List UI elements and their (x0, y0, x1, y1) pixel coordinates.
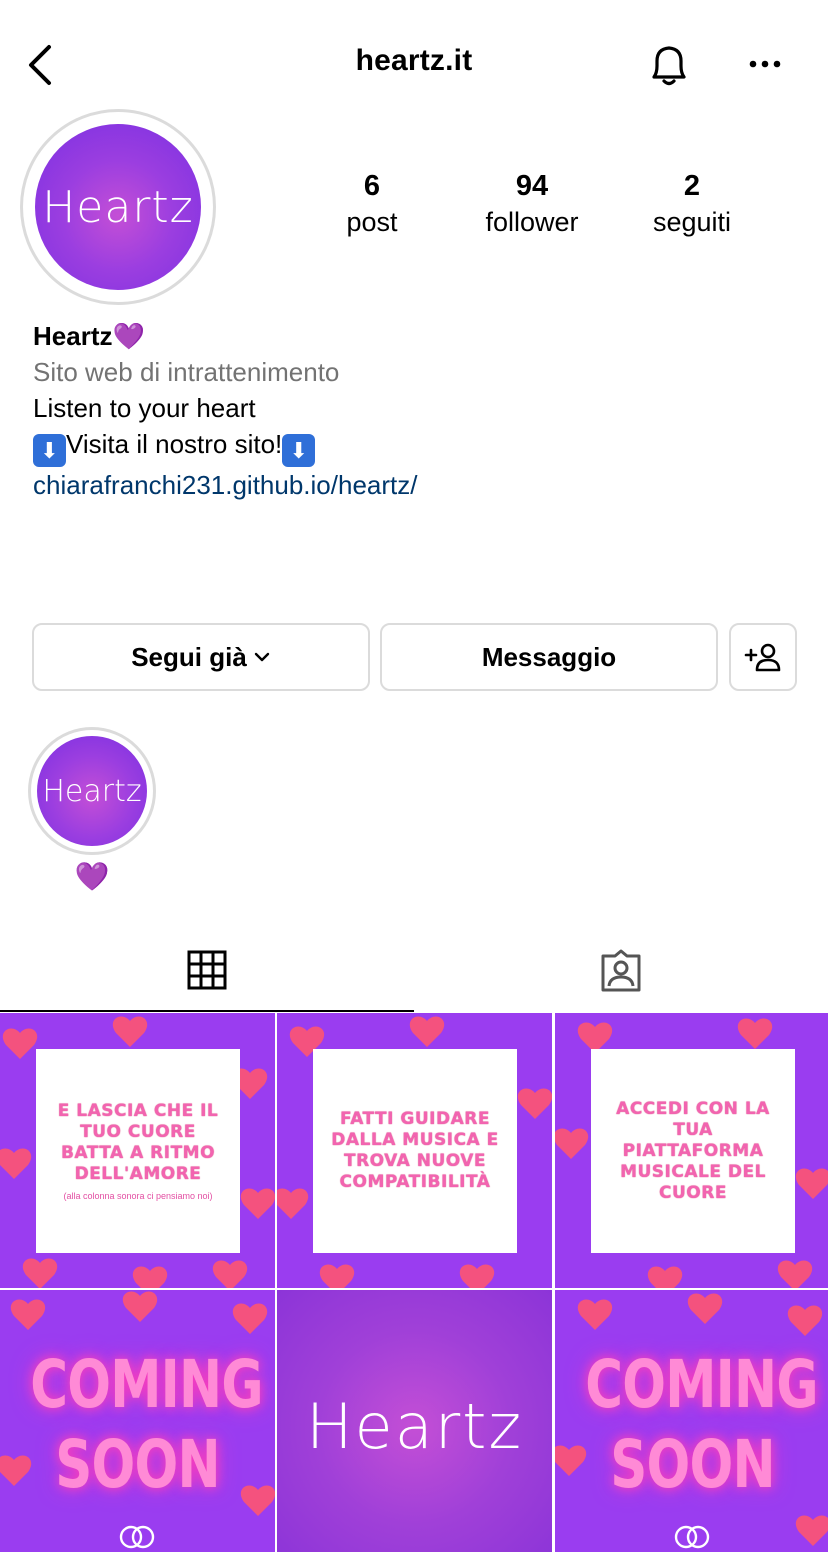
profile-category: Sito web di intrattenimento (33, 357, 340, 387)
post-logo-text: Heartz (305, 1390, 524, 1463)
post-card: Accedi con la tua piattaforma musicale d… (591, 1049, 795, 1253)
heart-logo-icon (119, 1525, 155, 1549)
post-text: E lascia che il tuo cuore batta a ritmo … (57, 1101, 219, 1184)
bio-line: Listen to your heart (33, 393, 256, 423)
highlight-cover-text: Heartz (42, 773, 142, 809)
tab-tagged[interactable] (414, 930, 828, 1012)
tab-posts-grid[interactable] (0, 930, 414, 1012)
post-tile[interactable]: Heartz (277, 1290, 552, 1552)
chevron-down-icon (254, 652, 269, 662)
tagged-icon (601, 949, 641, 992)
suggested-users-button[interactable] (729, 623, 797, 691)
profile-avatar[interactable]: Heartz (20, 109, 216, 305)
post-tile[interactable]: E lascia che il tuo cuore batta a ritmo … (0, 1013, 275, 1288)
post-tile[interactable]: Fatti guidare dalla musica e trova nuove… (277, 1013, 552, 1288)
message-button[interactable]: Messaggio (380, 623, 718, 691)
message-button-label: Messaggio (481, 641, 617, 672)
post-tile[interactable]: COMING SOON (0, 1290, 275, 1552)
page-title: heartz.it (355, 44, 473, 77)
coming-soon-text: COMING SOON (585, 1346, 818, 1503)
bio-line-visit: ⬇ Visita il nostro sito! ⬇ (33, 426, 803, 467)
post-tile[interactable]: Accedi con la tua piattaforma musicale d… (555, 1013, 828, 1288)
stat-following-count: 2 (683, 170, 701, 202)
story-highlight[interactable]: Heartz (28, 727, 156, 855)
avatar-image: Heartz (35, 124, 201, 290)
grid-icon (187, 950, 227, 990)
down-arrow-icon: ⬇ (33, 434, 66, 467)
stat-posts-count: 6 (363, 170, 381, 202)
highlight-cover: Heartz (37, 736, 147, 846)
avatar-logo-text: Heartz (42, 181, 194, 233)
bio-visit-text: Visita il nostro sito! (66, 429, 283, 459)
stat-followers-label: follower (485, 207, 579, 237)
heart-logo-icon (674, 1525, 710, 1549)
profile-bio: Heartz💜 Sito web di intrattenimento List… (33, 318, 803, 503)
post-text: Accedi con la tua piattaforma musicale d… (616, 1098, 770, 1203)
stat-following[interactable]: 2 seguiti (612, 170, 772, 238)
stat-followers[interactable]: 94 follower (452, 170, 612, 238)
following-button[interactable]: Segui già (32, 623, 370, 691)
post-text: Fatti guidare dalla musica e trova nuove… (331, 1109, 499, 1192)
highlight-label: 💜 (74, 861, 110, 892)
post-card: Fatti guidare dalla musica e trova nuove… (313, 1049, 517, 1253)
profile-name: Heartz💜 (33, 321, 145, 351)
profile-tabs (0, 930, 828, 1012)
stat-followers-count: 94 (515, 170, 549, 202)
add-user-icon (744, 643, 781, 672)
post-card: E lascia che il tuo cuore batta a ritmo … (36, 1049, 240, 1253)
post-subtext: (alla colonna sonora ci pensiamo noi) (63, 1191, 213, 1201)
profile-website-link[interactable]: chiarafranchi231.github.io/heartz/ (33, 467, 803, 503)
more-options-icon[interactable] (740, 44, 790, 84)
post-tile[interactable]: COMING SOON (555, 1290, 828, 1552)
following-button-label: Segui già (131, 641, 247, 672)
stat-following-label: seguiti (652, 207, 732, 237)
stat-posts-label: post (346, 207, 398, 237)
down-arrow-icon: ⬇ (282, 434, 316, 467)
stat-posts[interactable]: 6 post (292, 170, 452, 238)
bell-icon[interactable] (644, 40, 694, 90)
coming-soon-text: COMING SOON (30, 1346, 263, 1503)
